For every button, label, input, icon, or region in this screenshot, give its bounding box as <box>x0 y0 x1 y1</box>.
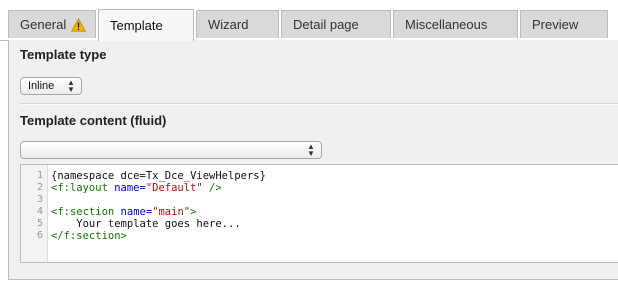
code-token: /> <box>202 182 222 194</box>
code-line: <f:section name="main"> <box>51 206 196 218</box>
code-token: name= <box>120 206 153 218</box>
tab-wizard[interactable]: Wizard <box>196 10 279 38</box>
template-type-select[interactable]: Inline ▲ ▼ <box>20 77 82 95</box>
code-token: name= <box>114 182 146 194</box>
line-number: 4 <box>36 206 43 217</box>
code-editor[interactable]: 123456 {namespace dce=Tx_Dce_ViewHelpers… <box>20 164 618 263</box>
tab-detail-page[interactable]: Detail page <box>281 10 391 38</box>
code-line: Your template goes here... <box>51 218 241 230</box>
code-line: {namespace dce=Tx_Dce_ViewHelpers} <box>51 170 266 182</box>
code-token: "Default" <box>145 182 203 194</box>
code-token: <f:layout <box>51 182 115 194</box>
updown-arrows-icon: ▲ ▼ <box>67 78 75 94</box>
code-token: <f:section <box>51 206 121 218</box>
line-number: 3 <box>36 194 43 205</box>
section-divider <box>20 103 618 105</box>
tab-general-label: General <box>20 17 67 32</box>
warning-triangle-icon <box>71 17 87 32</box>
code-line: </f:section> <box>51 230 127 242</box>
tab-wizard-label: Wizard <box>208 17 249 32</box>
code-token: {namespace dce=Tx_Dce_ViewHelpers} <box>51 170 266 182</box>
code-token: "main" <box>152 206 191 218</box>
code-line: <f:layout name="Default" /> <box>51 182 222 194</box>
updown-arrows-icon: ▲ ▼ <box>307 142 315 158</box>
line-number-gutter: 123456 <box>21 165 48 262</box>
tab-preview-label: Preview <box>532 17 579 32</box>
tab-template[interactable]: Template <box>98 9 194 41</box>
tab-bar: General Template Wizard Detail page Misc… <box>0 0 618 41</box>
line-number: 5 <box>36 218 43 229</box>
line-number: 6 <box>36 230 43 241</box>
template-type-title: Template type <box>20 47 107 62</box>
tab-general[interactable]: General <box>8 10 96 38</box>
code-token: Your template goes here... <box>51 218 241 230</box>
template-content-title: Template content (fluid) <box>20 113 167 128</box>
tab-miscellaneous[interactable]: Miscellaneous <box>393 10 518 38</box>
tab-preview[interactable]: Preview <box>520 10 608 38</box>
tab-miscellaneous-label: Miscellaneous <box>405 17 488 32</box>
template-content-select[interactable]: ▲ ▼ <box>20 141 322 159</box>
code-token: </f:section> <box>51 230 127 242</box>
template-type-selected: Inline <box>28 80 55 92</box>
tab-template-label: Template <box>110 18 163 33</box>
code-token: > <box>190 206 197 218</box>
line-number: 2 <box>36 182 43 193</box>
tab-panel-template: Template type Inline ▲ ▼ Template content… <box>8 40 618 280</box>
line-number: 1 <box>36 170 43 181</box>
tab-detail-page-label: Detail page <box>293 17 359 32</box>
